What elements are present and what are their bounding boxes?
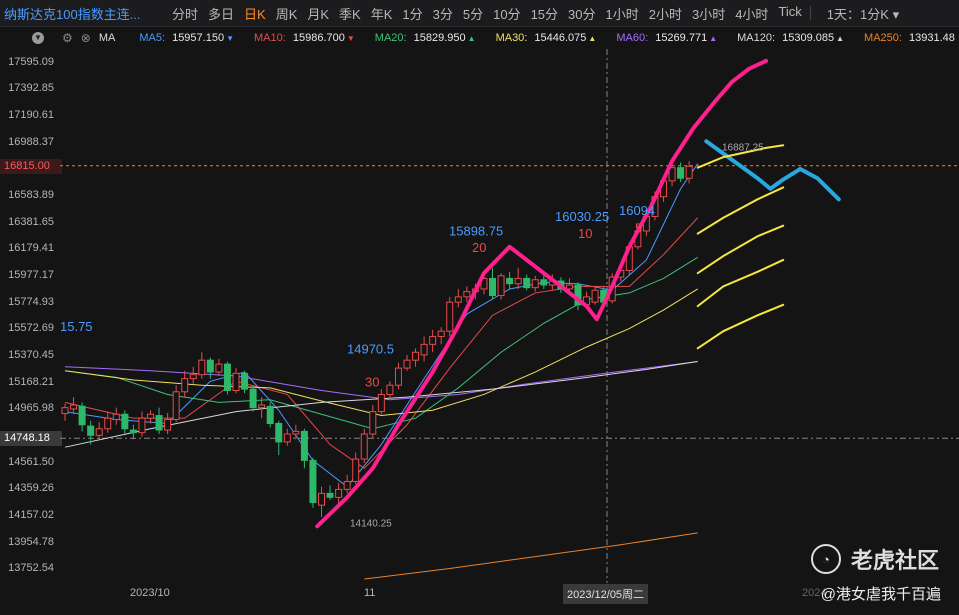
candle-body bbox=[318, 492, 325, 506]
time-label-nov: 11 bbox=[364, 587, 376, 599]
time-label-oct: 2023/10 bbox=[130, 587, 170, 599]
brand-name: 老虎社区 bbox=[850, 548, 939, 573]
ma-line-ma250 bbox=[364, 532, 698, 580]
candle-body bbox=[343, 480, 351, 490]
chart-annotation: 16887.25 bbox=[722, 143, 764, 154]
candle-body bbox=[335, 488, 343, 498]
chart-annotation: 30 bbox=[365, 375, 379, 390]
candle-body bbox=[266, 405, 274, 424]
candle-body bbox=[215, 363, 223, 373]
chart-annotation: 20 bbox=[472, 240, 486, 255]
candle-body bbox=[420, 343, 428, 356]
candle-body bbox=[258, 404, 266, 409]
candle-body bbox=[283, 433, 291, 443]
candle-body bbox=[514, 277, 522, 285]
candle-body bbox=[685, 165, 693, 179]
drawn-trend-line bbox=[315, 58, 769, 529]
candle-body bbox=[677, 167, 685, 179]
candle-body bbox=[506, 277, 514, 285]
candle-body bbox=[523, 277, 531, 289]
candle-body bbox=[394, 367, 402, 386]
candle-body bbox=[241, 372, 249, 390]
chart-annotation: 15898.75 bbox=[449, 224, 503, 239]
candle-body bbox=[446, 301, 454, 332]
user-watermark: @港女虐我千百遍 bbox=[820, 586, 941, 603]
candle-body bbox=[360, 433, 368, 460]
candle-body bbox=[232, 372, 240, 391]
candle-body bbox=[129, 429, 137, 434]
chart-annotation: 14140.25 bbox=[350, 518, 392, 529]
candle-body bbox=[70, 404, 78, 410]
chart-annotation: 5 bbox=[635, 220, 642, 235]
brand-watermark: ◔ 老虎社区 bbox=[810, 543, 939, 575]
candle-body bbox=[155, 415, 163, 431]
chart-annotation: 16094 bbox=[619, 203, 655, 218]
candle-body bbox=[61, 407, 69, 415]
candle-body bbox=[386, 384, 394, 395]
candle-body bbox=[489, 277, 496, 297]
candle-body bbox=[95, 428, 103, 436]
candle-body bbox=[181, 378, 189, 393]
candle-body bbox=[189, 374, 197, 380]
candle-body bbox=[87, 425, 95, 436]
chart-annotation: 16030.25 bbox=[555, 209, 609, 224]
candle-body bbox=[121, 413, 129, 430]
candle-body bbox=[369, 411, 377, 435]
drawn-yellow-line bbox=[696, 186, 785, 235]
candle-body bbox=[403, 359, 411, 369]
candle-body bbox=[412, 351, 420, 361]
candle-body bbox=[112, 413, 120, 421]
candle-body bbox=[437, 330, 445, 337]
candle-body bbox=[565, 284, 573, 290]
candle-body bbox=[198, 359, 206, 376]
candle-body bbox=[223, 363, 231, 391]
candle-body bbox=[540, 279, 548, 286]
candle-body bbox=[454, 296, 462, 303]
candle-body bbox=[352, 458, 360, 482]
candle-body bbox=[164, 419, 172, 431]
chart-annotation: 15.75 bbox=[60, 319, 93, 334]
candle-body bbox=[429, 335, 437, 345]
tiger-logo-icon: ◔ bbox=[810, 544, 841, 574]
candle-body bbox=[292, 430, 300, 435]
candle-body bbox=[104, 417, 112, 430]
drawn-yellow-line bbox=[696, 303, 785, 350]
candle-body bbox=[591, 289, 599, 303]
candle-body bbox=[497, 275, 505, 297]
candle-body bbox=[377, 393, 385, 413]
candle-body bbox=[249, 388, 257, 409]
candle-body bbox=[147, 413, 154, 419]
chart-annotation: 10 bbox=[578, 226, 592, 241]
drawn-yellow-line bbox=[696, 258, 785, 308]
candle-body bbox=[172, 391, 180, 421]
candle-body bbox=[206, 359, 214, 373]
candle-body bbox=[309, 459, 317, 504]
candle-body bbox=[463, 291, 471, 298]
crosshair-date-label: 2023/12/05周二 bbox=[563, 584, 649, 604]
candle-body bbox=[78, 405, 86, 426]
candle-body bbox=[326, 492, 334, 498]
candlestick-chart[interactable]: 15.75 14970.5 30 15898.7520 16030.25 10 16094 5… bbox=[0, 0, 959, 615]
candle-body bbox=[275, 422, 283, 443]
chart-annotation: 14970.5 bbox=[347, 342, 394, 357]
candle-body bbox=[531, 279, 539, 289]
candle-body bbox=[300, 430, 308, 461]
candle-body bbox=[138, 417, 146, 434]
